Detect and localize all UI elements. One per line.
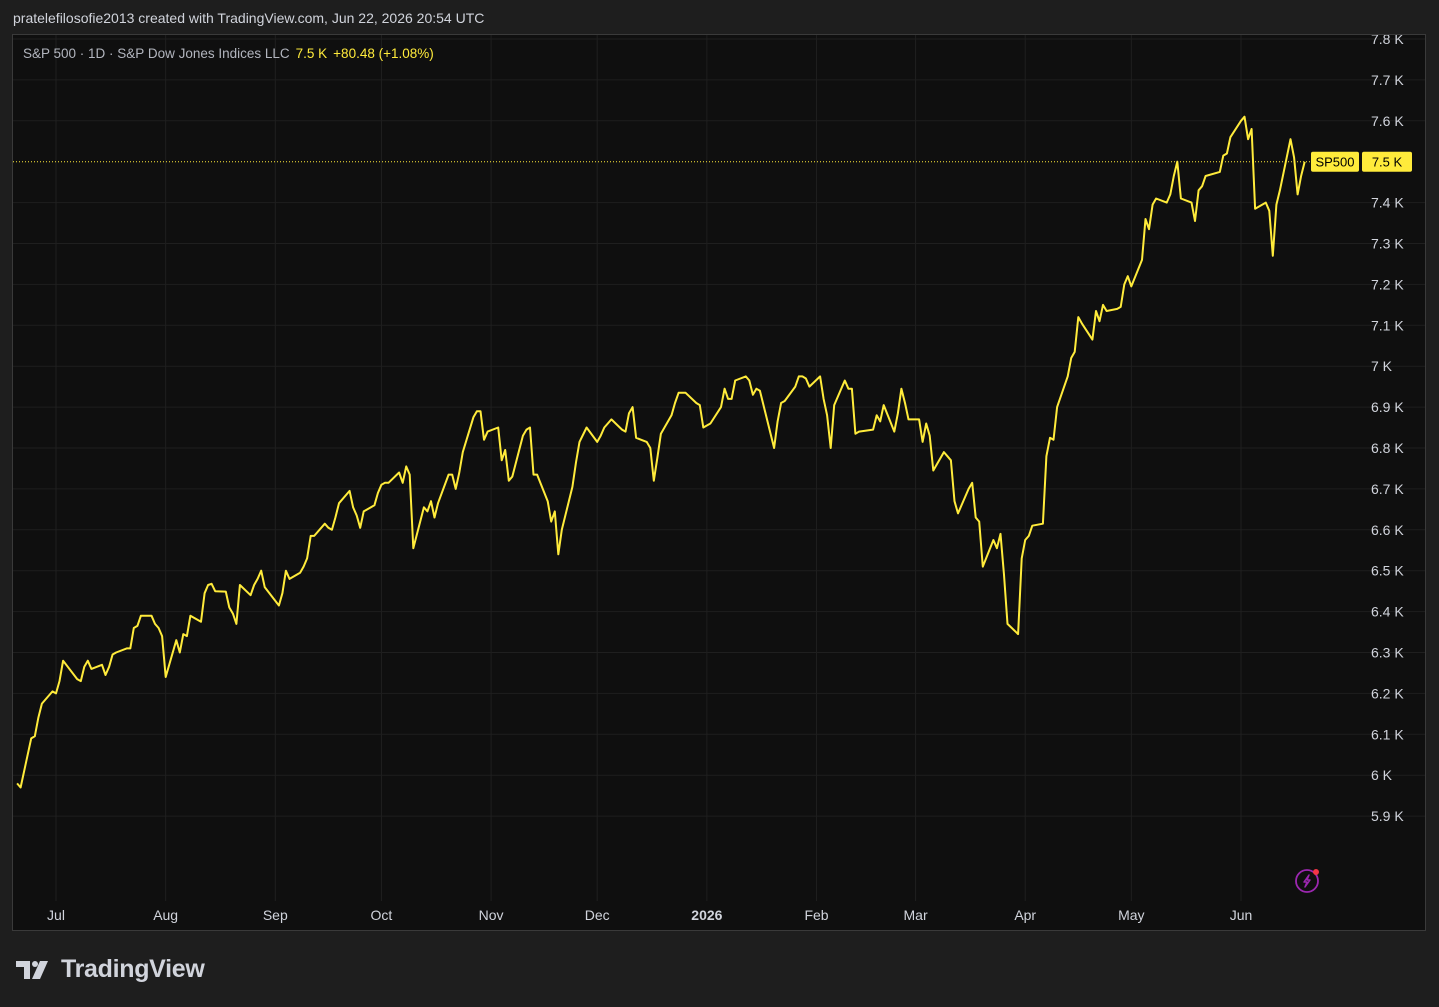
x-tick-label: Sep bbox=[263, 907, 288, 923]
x-tick-label: Jun bbox=[1230, 907, 1253, 923]
series-legend[interactable]: S&P 500 · 1D · S&P Dow Jones Indices LLC… bbox=[23, 46, 434, 61]
tradingview-wordmark: TradingView bbox=[61, 955, 205, 983]
x-tick-label: Dec bbox=[585, 907, 610, 923]
x-tick-label: Feb bbox=[804, 907, 828, 923]
y-tick-label: 7.4 K bbox=[1371, 195, 1404, 211]
x-tick-label: Nov bbox=[479, 907, 504, 923]
x-tick-label: Jul bbox=[47, 907, 65, 923]
y-tick-label: 7.8 K bbox=[1371, 35, 1404, 47]
x-tick-label: Apr bbox=[1014, 907, 1036, 923]
x-tick-label: May bbox=[1118, 907, 1144, 923]
x-axis[interactable]: Jul Aug Sep Oct Nov Dec 2026 Feb Mar Apr May Jun bbox=[47, 907, 1252, 923]
legend-change: +80.48 (+1.08%) bbox=[333, 46, 434, 61]
y-tick-label: 7.2 K bbox=[1371, 276, 1404, 292]
y-tick-label: 7.3 K bbox=[1371, 236, 1404, 252]
x-tick-label: Mar bbox=[904, 907, 928, 923]
y-tick-label: 6.9 K bbox=[1371, 399, 1404, 415]
lightning-icon[interactable] bbox=[1295, 869, 1319, 893]
notification-dot bbox=[1313, 869, 1319, 875]
y-tick-label: 6 K bbox=[1371, 767, 1393, 783]
grid bbox=[13, 35, 1425, 901]
y-tick-label: 7.6 K bbox=[1371, 113, 1404, 129]
sp500-line bbox=[16, 115, 1306, 789]
y-tick-label: 6.1 K bbox=[1371, 726, 1404, 742]
legend-symbol: S&P 500 · 1D · S&P Dow Jones Indices LLC bbox=[23, 46, 290, 61]
y-tick-label: 6.7 K bbox=[1371, 481, 1404, 497]
y-tick-label: 6.5 K bbox=[1371, 563, 1404, 579]
chart-pane[interactable]: 7.8 K 7.7 K 7.6 K 7.4 K 7.3 K 7.2 K 7.1 K 7 K 6.… bbox=[12, 34, 1426, 931]
y-tick-label: 6.2 K bbox=[1371, 685, 1404, 701]
y-tick-label: 5.9 K bbox=[1371, 808, 1404, 824]
tradingview-logo[interactable]: TradingView bbox=[16, 955, 205, 984]
x-tick-label: 2026 bbox=[691, 907, 722, 923]
price-tag-ticker: SP500 bbox=[1315, 155, 1354, 170]
price-tag-value: 7.5 K bbox=[1372, 155, 1403, 170]
tradingview-logo-icon bbox=[16, 960, 48, 979]
y-tick-label: 7.1 K bbox=[1371, 317, 1404, 333]
chart-caption: pratelefilosofie2013 created with Tradin… bbox=[13, 10, 485, 26]
y-tick-label: 6.8 K bbox=[1371, 440, 1404, 456]
y-tick-label: 7.7 K bbox=[1371, 72, 1404, 88]
x-tick-label: Aug bbox=[153, 907, 178, 923]
y-tick-label: 7 K bbox=[1371, 358, 1393, 374]
y-tick-label: 6.6 K bbox=[1371, 522, 1404, 538]
y-tick-label: 6.4 K bbox=[1371, 604, 1404, 620]
x-tick-label: Oct bbox=[371, 907, 393, 923]
price-tag: SP500 7.5 K bbox=[1311, 151, 1412, 172]
legend-value: 7.5 K bbox=[295, 46, 328, 61]
y-tick-label: 6.3 K bbox=[1371, 645, 1404, 661]
price-chart[interactable]: 7.8 K 7.7 K 7.6 K 7.4 K 7.3 K 7.2 K 7.1 K 7 K 6.… bbox=[13, 35, 1425, 930]
